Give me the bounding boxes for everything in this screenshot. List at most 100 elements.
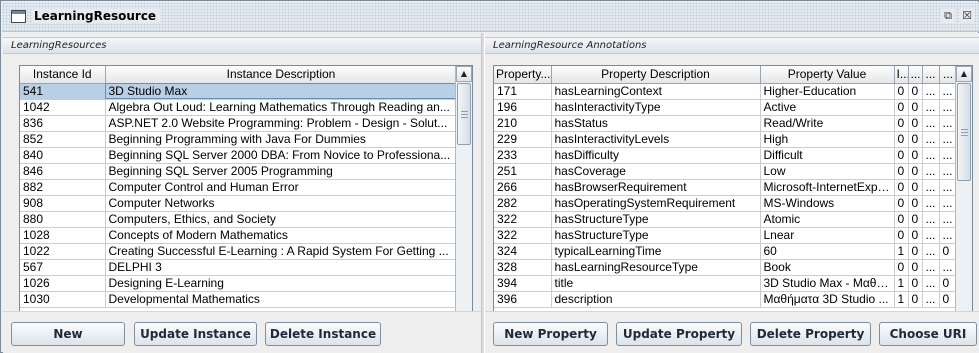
column-header-i[interactable]: I... <box>894 66 909 84</box>
table-row[interactable]: 567 DELPHI 3 <box>20 259 458 276</box>
annotations-header: LearningResource Annotations <box>485 37 979 54</box>
table-row[interactable]: 171 hasLearningContext Higher-Education 0 0.… <box>494 83 958 100</box>
scroll-up-icon[interactable]: ▲ <box>956 66 972 82</box>
properties-button-bar: New Property Update Property Delete Prop… <box>485 311 979 353</box>
table-row[interactable]: 541 3D Studio Max <box>20 83 458 100</box>
table-row[interactable]: 908 Computer Networks <box>20 195 458 212</box>
property-description-cell: hasBrowserRequirement <box>551 179 761 196</box>
property-id-cell: 233 <box>494 147 552 164</box>
property-description-cell: hasOperatingSystemRequirement <box>551 195 761 212</box>
restore-icon[interactable]: ⧉ <box>941 9 955 23</box>
table-row[interactable]: 846 Beginning SQL Server 2005 Programming <box>20 163 458 180</box>
extra-cell-1: 0 <box>908 115 923 132</box>
update-instance-button[interactable]: Update Instance <box>134 322 257 346</box>
property-id-cell: 171 <box>494 83 552 100</box>
column-header-extra-1[interactable]: ... <box>908 66 923 84</box>
table-row[interactable]: 251 hasCoverage Low 0 0...... <box>494 163 958 180</box>
property-id-cell: 196 <box>494 99 552 116</box>
table-row[interactable]: 396 description Μαθήματα 3D Studio ... 1 0..… <box>494 291 958 308</box>
instances-button-bar: New Update Instance Delete Instance <box>3 311 481 353</box>
instance-id-cell: 1042 <box>20 99 106 116</box>
property-id-cell: 266 <box>494 179 552 196</box>
column-header-extra-2[interactable]: ... <box>922 66 940 84</box>
table-row[interactable]: 1026 Designing E-Learning <box>20 275 458 292</box>
column-header-instance-id[interactable]: Instance Id <box>20 66 106 84</box>
table-row[interactable]: 196 hasInteractivityType Active 0 0...... <box>494 99 958 116</box>
table-row[interactable]: 394 title 3D Studio Max - Μαθή... 1 0... 0 <box>494 275 958 292</box>
table-row[interactable]: 324 typicalLearningTime 60 1 0... 0 <box>494 243 958 260</box>
table-row[interactable]: 1030 Developmental Mathematics <box>20 291 458 308</box>
table-row[interactable]: 880 Computers, Ethics, and Society <box>20 211 458 228</box>
property-value-cell: 3D Studio Max - Μαθή... <box>760 275 895 292</box>
extra-cell-2: ... <box>922 99 940 116</box>
table-row[interactable]: 266 hasBrowserRequirement Microsoft-Intern… <box>494 179 958 196</box>
extra-cell-1: 0 <box>908 83 923 100</box>
table-row[interactable]: 210 hasStatus Read/Write 0 0...... <box>494 115 958 132</box>
instance-description-cell: Computer Networks <box>105 195 458 212</box>
scroll-thumb[interactable] <box>957 83 971 181</box>
column-header-property-id[interactable]: Property... <box>494 66 552 84</box>
title-bar[interactable]: LearningResource ⧉ ☒ <box>2 2 979 32</box>
property-value-cell: Difficult <box>760 147 895 164</box>
table-row[interactable]: 836 ASP.NET 2.0 Website Programming: Prob… <box>20 115 458 132</box>
column-header-instance-description[interactable]: Instance Description <box>105 66 458 84</box>
table-row[interactable]: 328 hasLearningResourceType Book 0 0...... <box>494 259 958 276</box>
instance-description-cell: Computer Control and Human Error <box>105 179 458 196</box>
table-row[interactable]: 282 hasOperatingSystemRequirement MS-Windo… <box>494 195 958 212</box>
instance-description-cell: Developmental Mathematics <box>105 291 458 308</box>
property-description-cell: hasInteractivityType <box>551 99 761 116</box>
annotations-scrollbar[interactable]: ▲ ▼ <box>955 66 972 337</box>
update-property-button[interactable]: Update Property <box>616 322 742 346</box>
column-header-property-value[interactable]: Property Value <box>760 66 895 84</box>
extra-cell-2: ... <box>922 115 940 132</box>
table-row[interactable]: 882 Computer Control and Human Error <box>20 179 458 196</box>
scroll-thumb[interactable] <box>457 83 471 145</box>
column-header-property-description[interactable]: Property Description <box>551 66 761 84</box>
table-row[interactable]: 322 hasStructureType Atomic 0 0...... <box>494 211 958 228</box>
property-value-cell: 60 <box>760 243 895 260</box>
instance-description-cell: Computers, Ethics, and Society <box>105 211 458 228</box>
new-property-button[interactable]: New Property <box>493 322 608 346</box>
delete-instance-button[interactable]: Delete Instance <box>265 322 381 346</box>
property-description-cell: hasInteractivityLevels <box>551 131 761 148</box>
table-row[interactable]: 852 Beginning Programming with Java For D… <box>20 131 458 148</box>
property-value-cell: Read/Write <box>760 115 895 132</box>
extra-cell-2: ... <box>922 147 940 164</box>
instance-id-cell: 846 <box>20 163 106 180</box>
property-id-cell: 322 <box>494 227 552 244</box>
instance-id-cell: 1022 <box>20 243 106 260</box>
extra-cell-2: ... <box>922 291 940 308</box>
extra-cell-1: 0 <box>908 179 923 196</box>
property-id-cell: 322 <box>494 211 552 228</box>
property-description-cell: hasLearningContext <box>551 83 761 100</box>
instances-scrollbar[interactable]: ▲ ▼ <box>455 66 472 337</box>
extra-cell-1: 0 <box>908 147 923 164</box>
application-window: LearningResource ⧉ ☒ LearningResources I… <box>0 0 979 353</box>
i-cell: 0 <box>894 115 909 132</box>
annotations-table: Property... Property Description Propert… <box>494 66 958 308</box>
table-row[interactable]: 1022 Creating Successful E-Learning : A R… <box>20 243 458 260</box>
property-description-cell: title <box>551 275 761 292</box>
extra-cell-1: 0 <box>908 227 923 244</box>
annotations-panel: LearningResource Annotations Property...… <box>485 33 979 353</box>
table-row[interactable]: 322 hasStructureType Lnear 0 0...... <box>494 227 958 244</box>
property-value-cell: Μαθήματα 3D Studio ... <box>760 291 895 308</box>
scroll-up-icon[interactable]: ▲ <box>456 66 472 82</box>
instance-description-cell: 3D Studio Max <box>105 83 458 100</box>
instance-description-cell: Designing E-Learning <box>105 275 458 292</box>
delete-property-button[interactable]: Delete Property <box>750 322 871 346</box>
close-icon[interactable]: ☒ <box>960 9 974 23</box>
property-description-cell: hasCoverage <box>551 163 761 180</box>
table-row[interactable]: 229 hasInteractivityLevels High 0 0...... <box>494 131 958 148</box>
extra-cell-1: 0 <box>908 195 923 212</box>
table-row[interactable]: 1028 Concepts of Modern Mathematics <box>20 227 458 244</box>
table-row[interactable]: 1042 Algebra Out Loud: Learning Mathemati… <box>20 99 458 116</box>
property-description-cell: hasStructureType <box>551 211 761 228</box>
instances-table-container: Instance Id Instance Description 541 3D S… <box>19 65 473 338</box>
table-row[interactable]: 233 hasDifficulty Difficult 0 0...... <box>494 147 958 164</box>
instance-id-cell: 880 <box>20 211 106 228</box>
new-instance-button[interactable]: New <box>11 322 125 346</box>
i-cell: 0 <box>894 179 909 196</box>
table-row[interactable]: 840 Beginning SQL Server 2000 DBA: From N… <box>20 147 458 164</box>
choose-uri-button[interactable]: Choose URI <box>879 322 977 346</box>
